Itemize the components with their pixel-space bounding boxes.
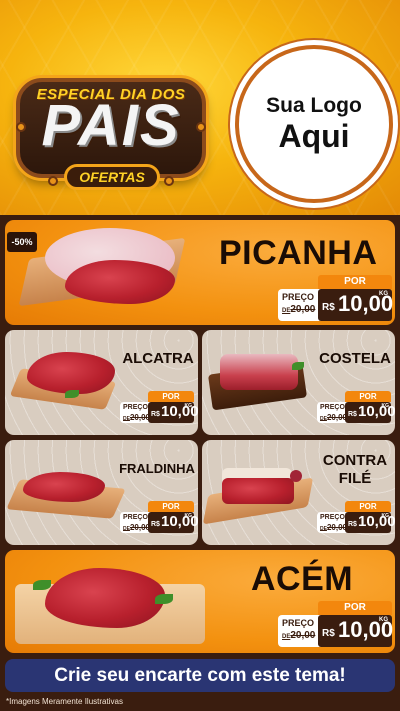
old-price: DE20,00 [320, 523, 347, 532]
current-price: R$ 10,00 KG [318, 289, 393, 321]
old-price: DE20,00 [282, 630, 315, 641]
badge-ribbon: OFERTAS [64, 164, 160, 190]
current-price: R$ 10,00 KG [318, 615, 393, 647]
preco-label: PREÇO [123, 404, 148, 411]
product-name: PICANHA [219, 234, 378, 272]
unit-label: KG [381, 513, 390, 519]
current-price: R$ 10,00 KG [345, 402, 396, 423]
product-name-line2: FILÉ [338, 470, 372, 487]
meat-image [222, 478, 294, 504]
currency-symbol: R$ [151, 411, 160, 418]
price-tag: POR PREÇO DE20,00 R$ 10,00 KG [120, 501, 199, 533]
price-tag: POR PREÇO DE20,00 R$ 10,00 KG [278, 275, 393, 321]
old-price: DE20,00 [282, 304, 315, 315]
old-price: DE20,00 [320, 413, 347, 422]
price-tag: POR PREÇO DE20,00 R$ 10,00 KG [317, 391, 396, 423]
old-price-value: 20,00 [326, 413, 347, 422]
por-label: POR [345, 391, 391, 402]
price-value: 10,00 [161, 513, 199, 530]
header: ESPECIAL DIA DOS PAIS OFERTAS Sua Logo A… [0, 0, 400, 215]
product-name-line1: CONTRA [322, 452, 388, 469]
badge-title: PAIS [41, 93, 181, 158]
unit-label: KG [184, 513, 193, 519]
old-price-prefix: DE [123, 416, 130, 422]
herb-garnish [292, 362, 304, 370]
meat-image [220, 354, 298, 390]
por-label: POR [148, 501, 194, 512]
old-price-value: 20,00 [290, 630, 316, 641]
unit-label: KG [379, 291, 388, 297]
old-price-prefix: DE [320, 526, 327, 532]
preco-label: PREÇO [320, 514, 345, 521]
price-value: 10,00 [161, 403, 199, 420]
current-price: R$ 10,00 KG [345, 512, 396, 533]
currency-symbol: R$ [322, 628, 335, 639]
preco-label: PREÇO [320, 404, 345, 411]
fathers-day-badge: ESPECIAL DIA DOS PAIS OFERTAS [8, 72, 213, 194]
old-price: DE20,00 [123, 523, 150, 532]
current-price: R$ 10,00 KG [148, 402, 199, 423]
old-price-prefix: DE [123, 526, 130, 532]
logo-text-line1: Sua Logo [266, 94, 362, 117]
bolt-icon [48, 176, 58, 186]
currency-symbol: R$ [348, 411, 357, 418]
product-name: COSTELA [319, 350, 391, 367]
logo-text-line2: Aqui [278, 118, 350, 154]
preco-label: PREÇO [282, 292, 315, 302]
onion-garnish [290, 470, 302, 482]
create-flyer-banner[interactable]: Crie seu encarte com este tema! [5, 659, 395, 692]
bolt-icon [164, 176, 174, 186]
meat-image [65, 260, 175, 304]
unit-label: KG [379, 617, 388, 623]
price-value: 10,00 [358, 403, 396, 420]
meat-image [23, 472, 105, 502]
price-value: 10,00 [358, 513, 396, 530]
old-price-prefix: DE [320, 416, 327, 422]
product-name: ALCATRA [122, 350, 194, 367]
old-price: DE20,00 [123, 413, 150, 422]
unit-label: KG [184, 403, 193, 409]
flyer-page: ESPECIAL DIA DOS PAIS OFERTAS Sua Logo A… [0, 0, 400, 711]
herb-garnish [65, 390, 79, 398]
preco-label: PREÇO [282, 618, 315, 628]
preco-label: PREÇO [123, 514, 148, 521]
old-price-value: 20,00 [129, 413, 150, 422]
price-tag: POR PREÇO DE20,00 R$ 10,00 KG [120, 391, 199, 423]
meat-image [45, 568, 165, 628]
product-name: CONTRA FILÉ [317, 452, 393, 488]
old-price-value: 20,00 [129, 523, 150, 532]
herb-garnish [33, 580, 51, 590]
por-label: POR [148, 391, 194, 402]
old-price-value: 20,00 [326, 523, 347, 532]
unit-label: KG [381, 403, 390, 409]
product-name: ACÉM [251, 560, 354, 598]
por-label: POR [318, 275, 392, 289]
por-label: POR [318, 601, 392, 615]
disclaimer: *Imagens Meramente Ilustrativas [6, 697, 123, 706]
meat-image [27, 352, 115, 394]
current-price: R$ 10,00 KG [148, 512, 199, 533]
price-tag: POR PREÇO DE20,00 R$ 10,00 KG [317, 501, 396, 533]
discount-badge: -50% [7, 232, 37, 252]
logo-placeholder[interactable]: Sua Logo Aqui [235, 45, 393, 203]
herb-garnish [155, 594, 173, 604]
old-price-value: 20,00 [290, 304, 316, 315]
currency-symbol: R$ [348, 521, 357, 528]
currency-symbol: R$ [151, 521, 160, 528]
price-tag: POR PREÇO DE20,00 R$ 10,00 KG [278, 601, 393, 647]
por-label: POR [345, 501, 391, 512]
product-name: FRALDINHA [119, 461, 195, 476]
currency-symbol: R$ [322, 302, 335, 313]
